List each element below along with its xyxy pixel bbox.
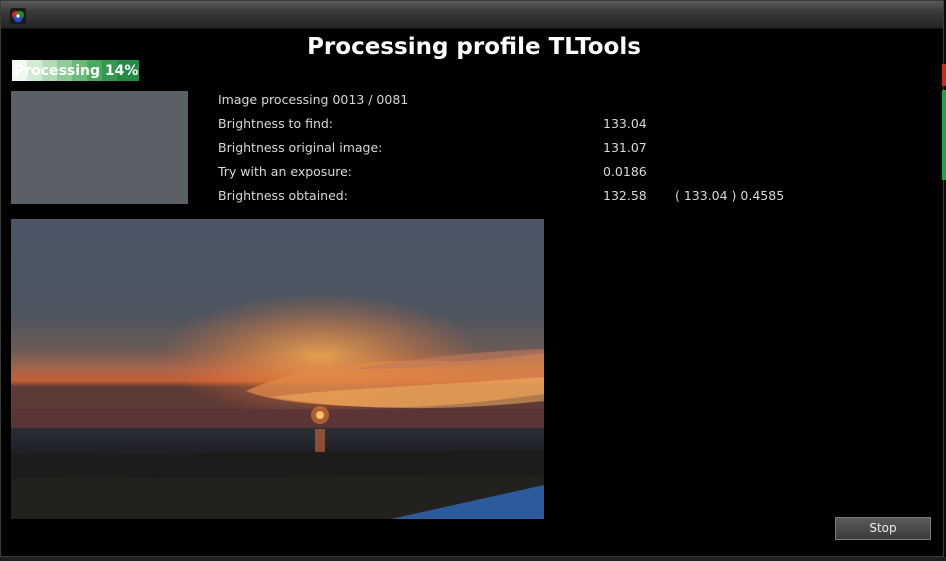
info-label: Brightness to find: bbox=[218, 116, 334, 131]
stop-button[interactable]: Stop bbox=[835, 517, 931, 540]
info-value: 133.04 bbox=[603, 116, 647, 131]
info-value: 131.07 bbox=[603, 140, 647, 155]
info-label: Brightness original image: bbox=[218, 140, 383, 155]
info-value: 132.58 bbox=[603, 188, 647, 203]
edge-indicator-green bbox=[942, 90, 946, 180]
progress-label: Processing 14% bbox=[14, 63, 139, 79]
app-logo-icon bbox=[10, 8, 26, 24]
info-label: Try with an exposure: bbox=[218, 164, 353, 179]
info-target-delta: ( 133.04 ) 0.4585 bbox=[675, 188, 785, 203]
brightness-thumbnail bbox=[11, 91, 188, 204]
sunset-preview-image bbox=[11, 219, 544, 519]
page-title: Processing profile TLTools bbox=[307, 34, 641, 60]
info-label: Image processing 0013 / 0081 bbox=[218, 92, 409, 107]
info-value: 0.0186 bbox=[603, 164, 647, 179]
edge-indicator-red bbox=[942, 64, 946, 86]
info-label: Brightness obtained: bbox=[218, 188, 348, 203]
taskbar-strip bbox=[0, 557, 946, 561]
progress-bar: Processing 14% bbox=[12, 60, 139, 81]
processing-window: Processing profile TLTools Processing 14… bbox=[0, 0, 944, 557]
title-bar[interactable] bbox=[1, 1, 943, 29]
